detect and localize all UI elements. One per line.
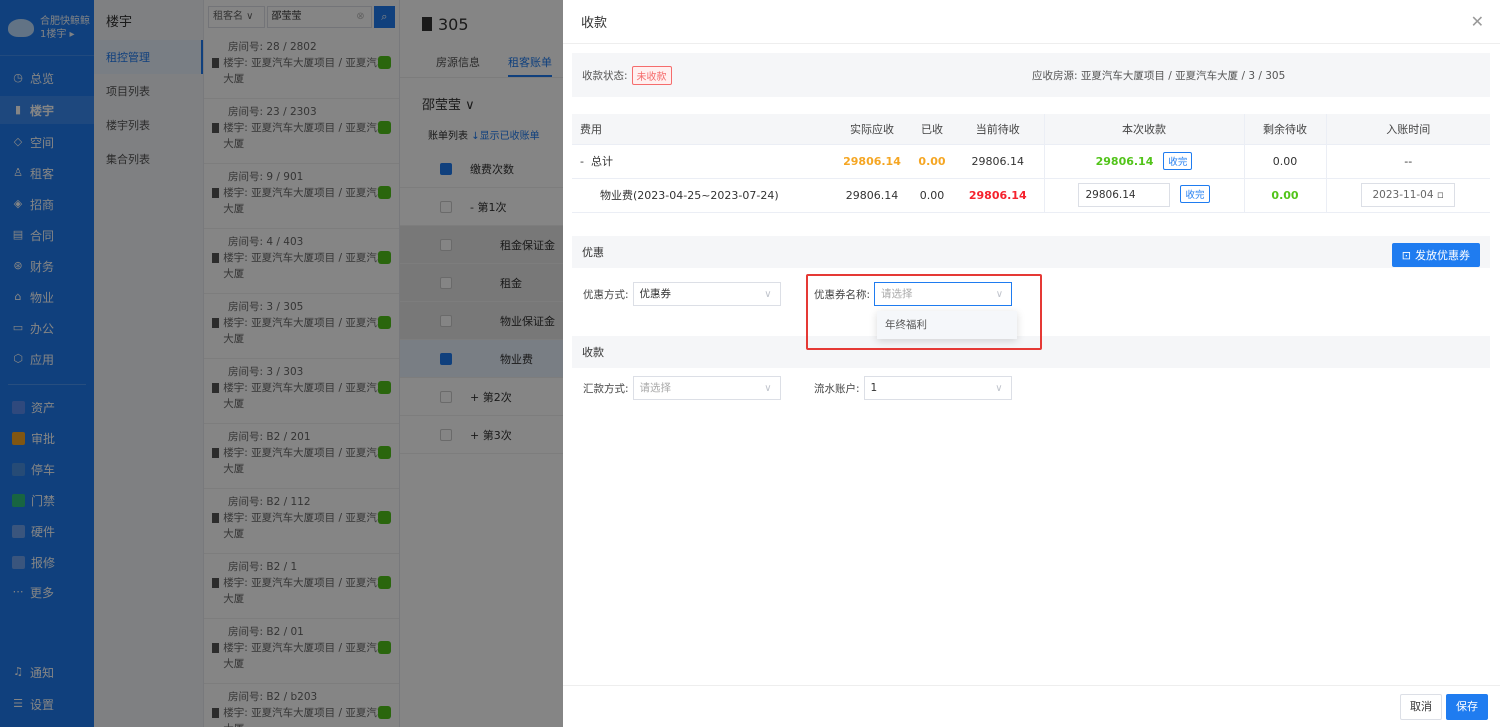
discount-method-field: 优惠方式: 优惠券 ∨: [583, 282, 781, 306]
payment-drawer: 收款 ✕ 收款状态: 未收款 应收房源: 亚夏汽车大厦项目 / 亚夏汽车大厦 /…: [563, 0, 1500, 727]
drawer-header: 收款 ✕: [563, 0, 1500, 44]
status-bar: 收款状态: 未收款 应收房源: 亚夏汽车大厦项目 / 亚夏汽车大厦 / 3 / …: [572, 53, 1490, 97]
save-button[interactable]: 保存: [1446, 694, 1488, 720]
receive-section-header: 收款: [572, 336, 1490, 368]
calendar-icon: ▫: [1436, 189, 1444, 201]
coupon-name-field: 优惠券名称: 请选择 ∨: [814, 282, 1013, 306]
collect-all-button[interactable]: 收完: [1163, 152, 1193, 170]
chevron-down-icon: ∨: [995, 383, 1003, 394]
coupon-dropdown: 年终福利: [877, 311, 1017, 339]
payment-method-select[interactable]: 请选择 ∨: [632, 376, 781, 400]
source-room: 应收房源: 亚夏汽车大厦项目 / 亚夏汽车大厦 / 3 / 305: [1032, 69, 1286, 82]
payment-method-field: 汇款方式: 请选择 ∨: [583, 376, 781, 400]
table-header-row: 费用 实际应收 已收 当前待收 本次收款 剩余待收 入账时间: [572, 114, 1490, 145]
collect-item-button[interactable]: 收完: [1180, 185, 1210, 203]
chevron-down-icon: ∨: [995, 289, 1004, 300]
cancel-button[interactable]: 取消: [1400, 694, 1442, 720]
chevron-down-icon: ∨: [764, 289, 772, 300]
coupon-name-select[interactable]: 请选择 ∨: [874, 282, 1013, 306]
discount-method-select[interactable]: 优惠券 ∨: [632, 282, 781, 306]
total-row: - 总计 29806.14 0.00 29806.14 29806.14 收完 0…: [572, 144, 1490, 179]
issue-coupon-button[interactable]: ⊡ 发放优惠券: [1391, 243, 1480, 267]
discount-section-header: 优惠 ⊡ 发放优惠券: [572, 236, 1490, 268]
drawer-footer: 取消 保存: [563, 685, 1500, 727]
modal-overlay[interactable]: [0, 0, 563, 727]
chevron-down-icon: ∨: [764, 383, 772, 394]
status-badge: 未收款: [631, 65, 672, 85]
fee-table: 费用 实际应收 已收 当前待收 本次收款 剩余待收 入账时间 - 总计 2980…: [572, 114, 1490, 213]
account-select[interactable]: 1 ∨: [863, 376, 1012, 400]
drawer-title: 收款: [581, 16, 608, 31]
amount-input[interactable]: 29806.14: [1078, 183, 1171, 207]
close-icon[interactable]: ✕: [1471, 12, 1484, 31]
date-picker[interactable]: 2023-11-04 ▫: [1361, 183, 1456, 207]
coupon-icon: ⊡: [1401, 248, 1411, 262]
table-row: 物业费(2023-04-25~2023-07-24) 29806.14 0.00…: [572, 178, 1490, 213]
coupon-option[interactable]: 年终福利: [877, 311, 1017, 339]
account-field: 流水账户: 1 ∨: [814, 376, 1012, 400]
